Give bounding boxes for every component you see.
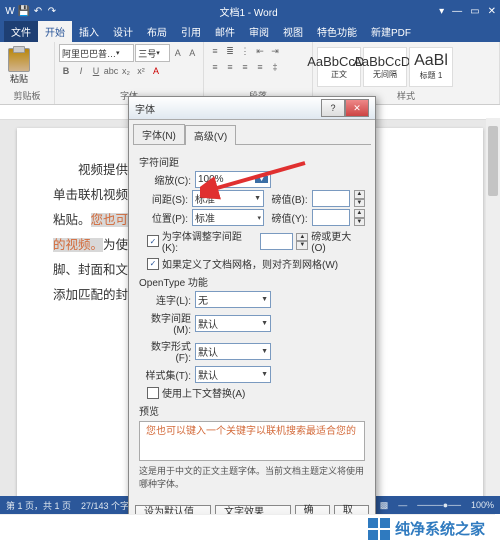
minimize-button[interactable]: —	[452, 6, 462, 17]
tab-pdf[interactable]: 新建PDF	[364, 21, 418, 42]
word-icon: W	[4, 5, 16, 17]
tab-references[interactable]: 引用	[174, 21, 208, 42]
bullets-icon[interactable]: ≡	[208, 44, 222, 58]
kerning-checkbox[interactable]: ✓为字体调整字间距(K):▲▼磅或更大(O)	[147, 228, 365, 254]
dialog-close-button[interactable]: ✕	[345, 99, 369, 117]
tab-mailings[interactable]: 邮件	[208, 21, 242, 42]
position-amount-input[interactable]	[312, 209, 350, 226]
kerning-value[interactable]	[260, 233, 294, 250]
spacing-spinner[interactable]: ▲▼	[354, 190, 365, 207]
scale-label: 缩放(C):	[139, 172, 191, 187]
font-name-select[interactable]: 阿里巴巴普…▾	[59, 44, 134, 62]
underline-button[interactable]: U	[89, 64, 103, 78]
preview-note: 这是用于中文的正文主题字体。当前文档主题定义将使用哪种字体。	[139, 464, 365, 490]
font-size-select[interactable]: 三号▾	[135, 44, 170, 62]
line-spacing-icon[interactable]: ‡	[268, 60, 282, 74]
align-center-icon[interactable]: ≡	[223, 60, 237, 74]
strike-button[interactable]: abc	[104, 64, 118, 78]
position-select[interactable]: 标准▾	[192, 209, 264, 226]
style-sets-select[interactable]: 默认▼	[195, 366, 271, 383]
restore-button[interactable]: ▭	[470, 6, 479, 17]
context-checkbox[interactable]: 使用上下文替换(A)	[147, 385, 365, 400]
font-color-button[interactable]: A	[149, 64, 163, 78]
tab-review[interactable]: 审阅	[242, 21, 276, 42]
dialog-tab-font[interactable]: 字体(N)	[133, 124, 185, 144]
dialog-title: 字体	[135, 101, 155, 116]
dialog-tab-advanced[interactable]: 高级(V)	[185, 125, 236, 145]
close-button[interactable]: ✕	[488, 6, 496, 17]
paste-label: 粘贴	[10, 72, 28, 85]
numbering-icon[interactable]: ≣	[223, 44, 237, 58]
ribbon-tabs: 文件 开始 插入 设计 布局 引用 邮件 审阅 视图 特色功能 新建PDF	[0, 22, 500, 42]
spacing-amount-input[interactable]	[312, 190, 350, 207]
watermark: 纯净系统之家	[0, 514, 495, 542]
spacing-select[interactable]: 标准▼	[192, 190, 264, 207]
ligatures-label: 连字(L):	[139, 292, 191, 307]
shrink-font-icon[interactable]: A	[186, 46, 199, 60]
section-preview-label: 预览	[139, 403, 365, 418]
grow-font-icon[interactable]: A	[171, 46, 184, 60]
document-title: 文档1 - Word	[58, 4, 439, 19]
status-words[interactable]: 27/143 个字	[81, 499, 129, 512]
font-dialog: 字体 ? ✕ 字体(N) 高级(V) 字符间距 缩放(C): 100%▼ 间距(…	[128, 96, 376, 534]
dialog-help-button[interactable]: ?	[321, 99, 345, 117]
style-heading1[interactable]: AaBl标题 1	[409, 47, 453, 87]
view-web-icon[interactable]: ▩	[380, 500, 389, 511]
align-right-icon[interactable]: ≡	[238, 60, 252, 74]
indent-dec-icon[interactable]: ⇤	[253, 44, 267, 58]
num-forms-label: 数字形式(F):	[139, 338, 191, 364]
num-spacing-select[interactable]: 默认▼	[195, 315, 271, 332]
zoom-value[interactable]: 100%	[471, 500, 494, 510]
zoom-slider[interactable]: ────●──	[417, 500, 461, 510]
snap-grid-checkbox[interactable]: ✓如果定义了文档网格，则对齐到网格(W)	[147, 256, 365, 271]
num-forms-select[interactable]: 默认▼	[195, 343, 271, 360]
position-label: 位置(P):	[139, 210, 188, 225]
bold-button[interactable]: B	[59, 64, 73, 78]
ligatures-select[interactable]: 无▼	[195, 291, 271, 308]
tab-home[interactable]: 开始	[38, 21, 72, 42]
tab-layout[interactable]: 布局	[140, 21, 174, 42]
tab-design[interactable]: 设计	[106, 21, 140, 42]
group-clipboard-label: 剪贴板	[4, 89, 50, 102]
italic-button[interactable]: I	[74, 64, 88, 78]
section-opentype-label: OpenType 功能	[139, 274, 365, 289]
status-page[interactable]: 第 1 页，共 1 页	[6, 499, 71, 512]
tab-file[interactable]: 文件	[4, 21, 38, 42]
position-amount-label: 磅值(Y):	[268, 210, 308, 225]
save-icon[interactable]: 💾	[18, 5, 30, 17]
justify-icon[interactable]: ≡	[253, 60, 267, 74]
spacing-label: 间距(S):	[139, 191, 188, 206]
tab-insert[interactable]: 插入	[72, 21, 106, 42]
subscript-button[interactable]: x₂	[119, 64, 133, 78]
tab-special[interactable]: 特色功能	[310, 21, 364, 42]
undo-icon[interactable]: ↶	[32, 5, 44, 17]
style-nospacing[interactable]: AaBbCcDc无间隔	[363, 47, 407, 87]
title-bar: W 💾 ↶ ↷ 文档1 - Word ▾ — ▭ ✕	[0, 0, 500, 22]
tab-view[interactable]: 视图	[276, 21, 310, 42]
position-spinner[interactable]: ▲▼	[354, 209, 365, 226]
style-sets-label: 样式集(T):	[139, 367, 191, 382]
scale-select[interactable]: 100%▼	[195, 171, 271, 188]
section-spacing-label: 字符间距	[139, 154, 365, 169]
highlighted-text: 您也可	[91, 213, 129, 227]
indent-inc-icon[interactable]: ⇥	[268, 44, 282, 58]
num-spacing-label: 数字间距(M):	[139, 310, 191, 336]
ribbon-options-icon[interactable]: ▾	[439, 6, 444, 17]
align-left-icon[interactable]: ≡	[208, 60, 222, 74]
doc-text: 视频提供	[78, 163, 128, 177]
vertical-scrollbar[interactable]	[486, 118, 500, 496]
watermark-logo-icon	[368, 518, 390, 540]
redo-icon[interactable]: ↷	[46, 5, 58, 17]
watermark-text: 纯净系统之家	[395, 518, 485, 539]
spacing-amount-label: 磅值(B):	[268, 191, 308, 206]
dialog-titlebar[interactable]: 字体 ? ✕	[129, 97, 375, 120]
superscript-button[interactable]: x²	[134, 64, 148, 78]
preview-box: 您也可以键入一个关键字以联机搜索最适合您的	[139, 421, 365, 461]
scrollbar-thumb[interactable]	[488, 126, 498, 196]
paste-button[interactable]: 粘贴	[4, 48, 34, 86]
multilevel-icon[interactable]: ⋮	[238, 44, 252, 58]
